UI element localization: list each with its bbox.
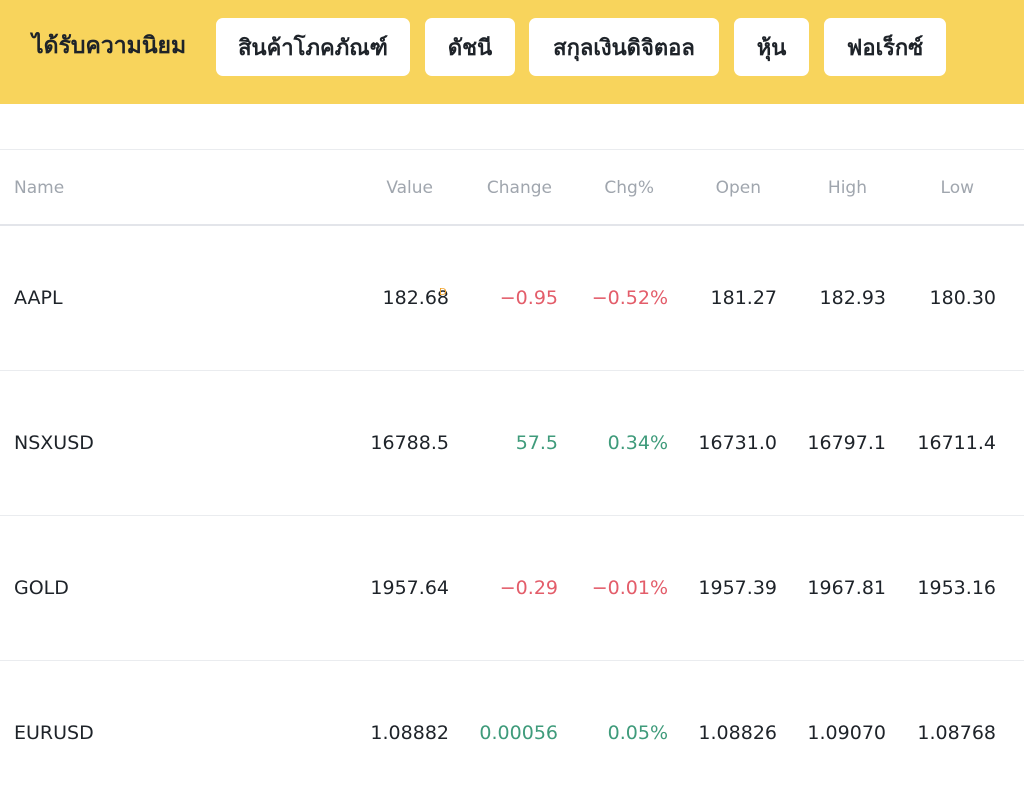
row-change-percent: 0.34% [607, 432, 668, 454]
row-change-percent: −0.52% [591, 287, 668, 309]
row-high: 16797.1 [807, 432, 886, 454]
tab-forex[interactable]: ฟอเร็กซ์ [824, 18, 946, 76]
row-open: 1957.39 [698, 577, 777, 599]
row-change: −0.95 [499, 287, 558, 309]
category-bar: ได้รับความนิยม สินค้าโภคภัณฑ์ ดัชนี สกุล… [0, 0, 1024, 104]
row-open: 16731.0 [698, 432, 777, 454]
column-header-name[interactable]: Name [14, 150, 64, 226]
column-header-open[interactable]: Open [716, 150, 761, 226]
table-row[interactable]: GOLD 1957.64 −0.29 −0.01% 1957.39 1967.8… [0, 516, 1024, 661]
row-change-percent: −0.01% [591, 577, 668, 599]
row-high: 182.93 [819, 287, 886, 309]
column-header-high[interactable]: High [828, 150, 867, 226]
column-header-change[interactable]: Change [487, 150, 552, 226]
row-value: 1957.64 [370, 577, 449, 599]
tab-stocks[interactable]: หุ้น [734, 18, 809, 76]
row-change: −0.29 [499, 577, 558, 599]
table-row[interactable]: EURUSD 1.08882 0.00056 0.05% 1.08826 1.0… [0, 661, 1024, 806]
row-value: 16788.5 [370, 432, 449, 454]
delayed-data-badge: D [439, 287, 447, 298]
row-open: 1.08826 [698, 722, 777, 744]
row-low: 1.08768 [917, 722, 996, 744]
table-row[interactable]: AAPL 182.68 −0.95 −0.52% 181.27 182.93 1… [0, 226, 1024, 371]
row-high: 1967.81 [807, 577, 886, 599]
row-change: 57.5 [515, 432, 558, 454]
row-name[interactable]: NSXUSD [14, 371, 94, 516]
column-header-value[interactable]: Value [386, 150, 433, 226]
row-change: 0.00056 [479, 722, 558, 744]
row-value: 1.08882 [370, 722, 449, 744]
tab-indices[interactable]: ดัชนี [425, 18, 515, 76]
popular-title: ได้รับความนิยม [32, 33, 187, 59]
tab-crypto[interactable]: สกุลเงินดิจิตอล [529, 18, 719, 76]
table-row[interactable]: NSXUSD 16788.5 57.5 0.34% 16731.0 16797.… [0, 371, 1024, 516]
row-name[interactable]: EURUSD [14, 661, 94, 806]
tab-commodities[interactable]: สินค้าโภคภัณฑ์ [216, 18, 410, 76]
row-name[interactable]: GOLD [14, 516, 69, 661]
row-low: 1953.16 [917, 577, 996, 599]
row-open: 181.27 [710, 287, 777, 309]
column-header-chg-pct[interactable]: Chg% [604, 150, 654, 226]
row-high: 1.09070 [807, 722, 886, 744]
row-low: 16711.4 [917, 432, 996, 454]
table-header: Name Value Change Chg% Open High Low [0, 149, 1024, 226]
row-change-percent: 0.05% [607, 722, 668, 744]
row-name[interactable]: AAPL [14, 226, 63, 371]
row-low: 180.30 [929, 287, 996, 309]
column-header-low[interactable]: Low [941, 150, 974, 226]
